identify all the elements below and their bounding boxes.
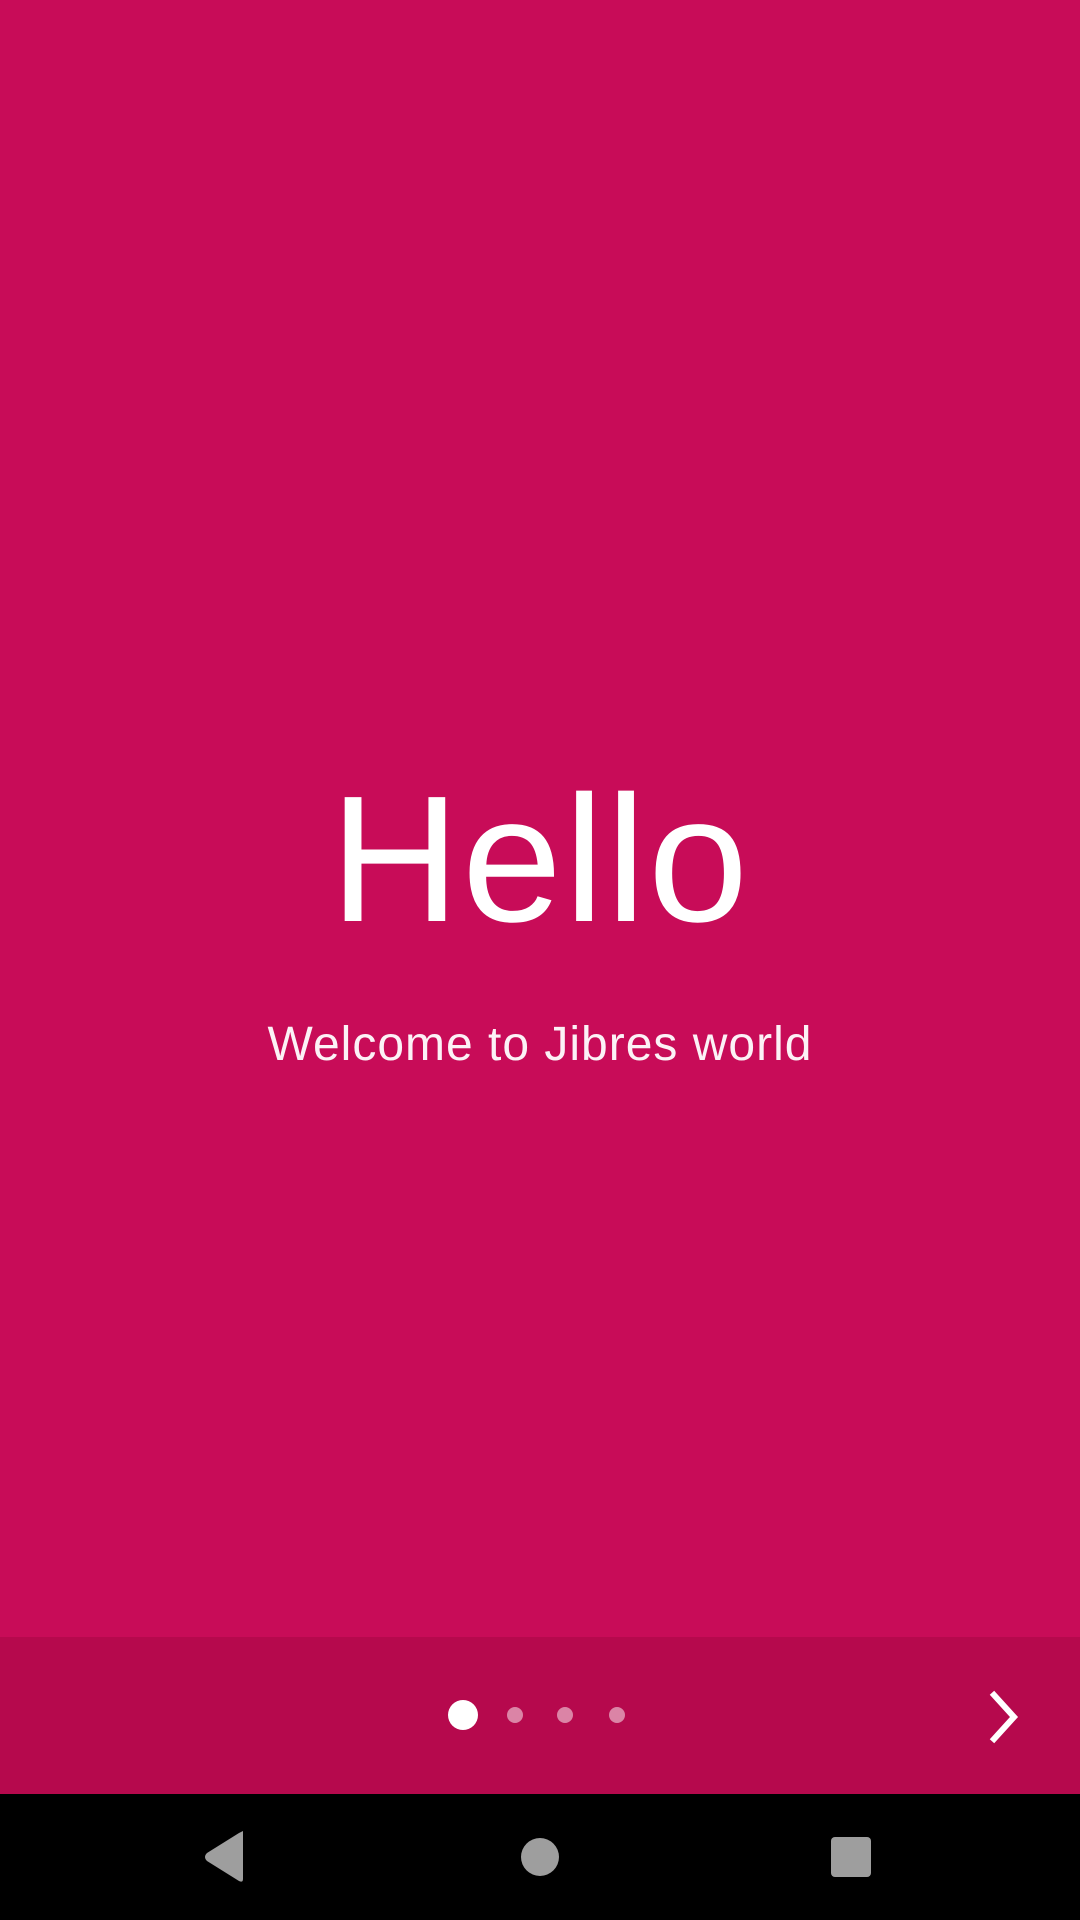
recents-button[interactable] (811, 1817, 891, 1897)
pager-bar (0, 1637, 1080, 1794)
page-indicator (0, 1637, 1080, 1794)
back-triangle-icon (205, 1831, 243, 1882)
recents-square-icon (831, 1837, 871, 1877)
slide-subtitle: Welcome to Jibres world (267, 1018, 813, 1071)
system-nav-bar (0, 1794, 1080, 1920)
slide-title: Hello (329, 759, 751, 960)
back-button[interactable] (185, 1817, 265, 1897)
page-dot-3[interactable] (557, 1707, 573, 1723)
page-dot-2[interactable] (507, 1707, 523, 1723)
chevron-right-icon (989, 1690, 1019, 1744)
home-button[interactable] (500, 1817, 580, 1897)
home-circle-icon (521, 1838, 559, 1876)
next-button[interactable] (968, 1677, 1048, 1757)
intro-slide[interactable]: Hello Welcome to Jibres world (0, 0, 1080, 1637)
intro-screen: Hello Welcome to Jibres world (0, 0, 1080, 1920)
page-dot-4[interactable] (609, 1707, 625, 1723)
page-dot-1[interactable] (448, 1700, 478, 1730)
